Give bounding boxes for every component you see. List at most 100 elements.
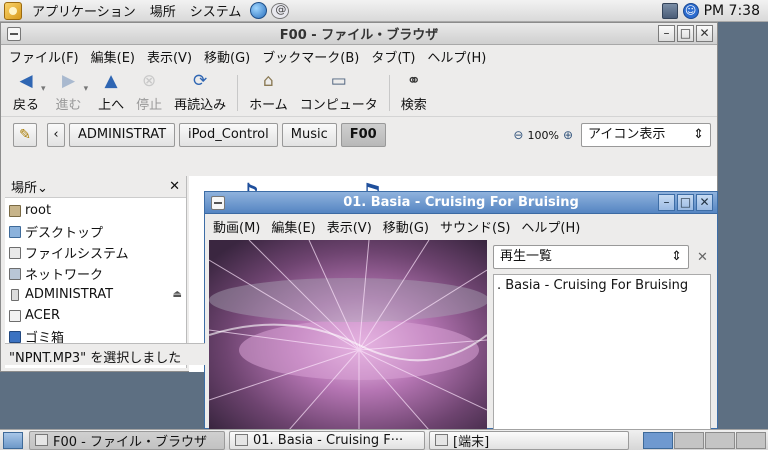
up-arrow-icon: ▲ <box>104 70 118 91</box>
workspace-2[interactable] <box>674 431 704 449</box>
sidebar-item-filesystem[interactable]: ファイルシステム <box>5 242 186 263</box>
updown-icon: ⇕ <box>693 127 704 142</box>
workspace-switcher <box>643 431 766 449</box>
minimize-button[interactable]: – <box>658 194 675 211</box>
reload-icon: ⟳ <box>193 70 208 91</box>
zoom-in-icon[interactable]: ⊕ <box>563 128 573 142</box>
close-button[interactable]: ✕ <box>696 25 713 42</box>
sidebar-item-desktop[interactable]: デスクトップ <box>5 221 186 242</box>
binoculars-icon: ⚭ <box>406 70 421 91</box>
window-title: F00 - ファイル・ブラウザ <box>279 28 439 43</box>
window-menu-icon[interactable] <box>211 195 225 210</box>
maximize-button[interactable]: □ <box>677 194 694 211</box>
menu-help[interactable]: ヘルプ(H) <box>427 47 486 66</box>
toolbar: ◀ 戻る ▾ ▶ 進む ▾ ▲ 上へ ⊗ 停止 ⟳ 再読込み ⌂ ホーム ▭ コ… <box>1 67 717 117</box>
breadcrumb-scroll-left-button[interactable]: ‹ <box>47 123 65 147</box>
stop-icon: ⊗ <box>141 70 157 91</box>
mail-launcher-icon[interactable] <box>271 2 290 19</box>
menu-file[interactable]: ファイル(F) <box>9 47 79 66</box>
menu-bookmarks[interactable]: ブックマーク(B) <box>262 47 359 66</box>
network-status-icon[interactable] <box>661 2 678 19</box>
trash-icon <box>9 330 21 343</box>
ipod-icon <box>11 288 19 301</box>
zoom-level[interactable]: 100% <box>527 129 558 142</box>
zoom-out-icon[interactable]: ⊖ <box>513 128 523 142</box>
playlist-header: 再生一覧 ⇕ ✕ <box>493 244 711 270</box>
back-history-dropdown[interactable]: ▾ <box>41 84 46 94</box>
workspace-1[interactable] <box>643 431 673 449</box>
sidebar-type-select[interactable]: 場所⌄ <box>11 177 48 196</box>
film-icon <box>235 434 248 446</box>
sidebar-panel-select[interactable]: 再生一覧 ⇕ <box>493 245 689 269</box>
stop-button[interactable]: ⊗ 停止 <box>130 71 168 115</box>
sidebar-close-icon[interactable]: ✕ <box>697 250 708 265</box>
system-menu[interactable]: システム <box>183 1 249 20</box>
menu-view[interactable]: 表示(V) <box>147 47 192 66</box>
workspace-4[interactable] <box>736 431 766 449</box>
breadcrumb-ipod-control[interactable]: iPod_Control <box>179 123 278 147</box>
menu-logo-icon[interactable] <box>4 1 22 20</box>
drive-icon <box>9 246 21 259</box>
menu-go[interactable]: 移動(G) <box>383 217 429 236</box>
playlist-item[interactable]: . Basia - Cruising For Bruising <box>497 278 707 293</box>
top-panel: アプリケーション 場所 システム ☺ PM 7:38 <box>0 0 768 22</box>
close-button[interactable]: ✕ <box>696 194 713 211</box>
home-button[interactable]: ⌂ ホーム <box>243 71 294 115</box>
sidebar-close-icon[interactable]: ✕ <box>169 179 180 194</box>
clock[interactable]: PM 7:38 <box>704 3 760 19</box>
menu-movie[interactable]: 動画(M) <box>213 217 260 236</box>
menu-edit[interactable]: 編集(E) <box>271 217 315 236</box>
home-icon: ⌂ <box>263 70 274 91</box>
task-file-browser[interactable]: F00 - ファイル・ブラウザ <box>29 430 225 450</box>
web-browser-launcher-icon[interactable] <box>250 2 268 19</box>
places-sidebar: 場所⌄ ✕ root デスクトップ ファイルシステム ネットワーク ADMINI… <box>5 176 187 368</box>
computer-button[interactable]: ▭ コンピュータ <box>294 71 384 115</box>
task-terminal[interactable]: [端末] <box>429 430 629 450</box>
sidebar-item-administrat[interactable]: ADMINISTRAT ⏏ <box>5 284 186 305</box>
playlist: . Basia - Cruising For Bruising <box>493 274 711 430</box>
forward-button[interactable]: ▶ 進む <box>50 71 88 115</box>
player-titlebar[interactable]: 01. Basia - Cruising For Bruising – □ ✕ <box>205 192 717 214</box>
search-button[interactable]: ⚭ 検索 <box>395 71 433 115</box>
breadcrumb-music[interactable]: Music <box>281 123 337 147</box>
network-icon <box>9 267 21 280</box>
task-player[interactable]: 01. Basia - Cruising F··· <box>229 430 425 450</box>
maximize-button[interactable]: □ <box>677 25 694 42</box>
applications-menu[interactable]: アプリケーション <box>25 1 143 20</box>
accessibility-icon[interactable]: ☺ <box>682 2 699 19</box>
up-button[interactable]: ▲ 上へ <box>92 71 130 115</box>
sidebar-item-root[interactable]: root <box>5 200 186 221</box>
file-browser-titlebar[interactable]: F00 - ファイル・ブラウザ – □ ✕ <box>1 23 717 45</box>
menu-view[interactable]: 表示(V) <box>327 217 372 236</box>
places-menu[interactable]: 場所 <box>143 1 183 20</box>
edit-location-button[interactable]: ✎ <box>13 123 37 147</box>
breadcrumb-f00[interactable]: F00 <box>340 123 386 147</box>
visualization-area[interactable] <box>209 240 487 430</box>
menu-tabs[interactable]: タブ(T) <box>371 47 415 66</box>
back-arrow-icon: ◀ <box>19 70 33 91</box>
workspace-3[interactable] <box>705 431 735 449</box>
sidebar-item-network[interactable]: ネットワーク <box>5 263 186 284</box>
window-menu-icon[interactable] <box>7 26 21 41</box>
minimize-button[interactable]: – <box>658 25 675 42</box>
location-bar: ✎ ‹ ADMINISTRAT iPod_Control Music F00 ⊖… <box>1 117 717 153</box>
menu-edit[interactable]: 編集(E) <box>91 47 135 66</box>
breadcrumb-administrat[interactable]: ADMINISTRAT <box>69 123 176 147</box>
folder-icon <box>35 434 48 446</box>
show-desktop-button[interactable] <box>3 431 23 449</box>
eject-icon[interactable]: ⏏ <box>173 289 182 300</box>
drive-icon <box>9 309 21 322</box>
sidebar-header: 場所⌄ ✕ <box>5 176 186 198</box>
view-mode-select[interactable]: アイコン表示 ⇕ <box>581 123 711 147</box>
sidebar-item-acer[interactable]: ACER <box>5 305 186 326</box>
status-bar: "NPNT.MP3" を選択しました <box>5 343 205 366</box>
toolbar-separator <box>237 75 239 111</box>
reload-button[interactable]: ⟳ 再読込み <box>168 71 232 115</box>
terminal-icon <box>435 434 448 446</box>
bottom-panel: F00 - ファイル・ブラウザ 01. Basia - Cruising F··… <box>0 429 768 450</box>
menu-go[interactable]: 移動(G) <box>204 47 250 66</box>
menu-sound[interactable]: サウンド(S) <box>440 217 510 236</box>
menu-help[interactable]: ヘルプ(H) <box>521 217 580 236</box>
back-button[interactable]: ◀ 戻る <box>7 71 45 115</box>
forward-history-dropdown[interactable]: ▾ <box>84 84 89 94</box>
